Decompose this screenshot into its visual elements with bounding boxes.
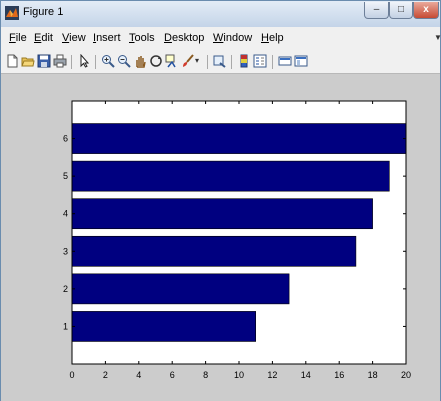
bar-4[interactable]: [71, 198, 373, 230]
toolbar-separator: [95, 55, 96, 69]
x-tick-label: 8: [203, 370, 208, 380]
menu-window[interactable]: Window: [213, 32, 252, 44]
bar-3[interactable]: [71, 235, 357, 267]
colorbar-icon[interactable]: [237, 54, 251, 68]
toolbar-separator: [231, 55, 232, 69]
y-tick-label: 5: [63, 171, 68, 181]
minimize-button[interactable]: –: [364, 2, 389, 19]
data-cursor-icon[interactable]: [165, 54, 179, 68]
x-tick-label: 0: [69, 370, 74, 380]
menu-overflow-arrow-icon[interactable]: ▼: [434, 33, 441, 42]
figure-canvas[interactable]: 123456 0 2 4 6 8 10 12 14 16 18 20: [1, 74, 440, 401]
legend-icon[interactable]: [253, 54, 267, 68]
brush-icon[interactable]: [181, 54, 195, 68]
x-tick-label: 6: [170, 370, 175, 380]
zoom-in-icon[interactable]: [101, 54, 115, 68]
window-title: Figure 1: [23, 6, 64, 18]
brush-dropdown-icon[interactable]: ▾: [195, 54, 203, 68]
x-tick-label: 10: [234, 370, 244, 380]
menu-file[interactable]: File: [9, 32, 27, 44]
zoom-out-icon[interactable]: [117, 54, 131, 68]
figure-toolbar: ▾: [1, 51, 440, 74]
menu-insert[interactable]: Insert: [93, 32, 121, 44]
maximize-button[interactable]: □: [389, 2, 413, 19]
x-tick-label: 14: [301, 370, 311, 380]
bar-6[interactable]: [71, 123, 407, 154]
x-tick-labels: 0 2 4 6 8 10 12 14 16 18 20: [69, 370, 411, 380]
bar-chart[interactable]: 123456 0 2 4 6 8 10 12 14 16 18 20: [1, 74, 440, 401]
menu-desktop[interactable]: Desktop: [164, 32, 204, 44]
new-file-icon[interactable]: [5, 54, 19, 68]
x-tick-label: 18: [368, 370, 378, 380]
y-tick-label: 1: [63, 321, 68, 331]
menu-edit[interactable]: Edit: [34, 32, 53, 44]
matlab-logo-icon: [5, 6, 19, 20]
menu-view[interactable]: View: [62, 32, 86, 44]
save-icon[interactable]: [37, 54, 51, 68]
toolbar-separator: [272, 55, 273, 69]
x-tick-label: 16: [334, 370, 344, 380]
pointer-icon[interactable]: [77, 54, 91, 68]
toolbar-separator: [207, 55, 208, 69]
bar-5[interactable]: [71, 160, 390, 192]
y-tick-label: 4: [63, 209, 68, 219]
y-tick-label: 2: [63, 284, 68, 294]
toolbar-separator: [71, 55, 72, 69]
x-tick-label: 20: [401, 370, 411, 380]
close-button[interactable]: x: [413, 2, 439, 19]
y-tick-label: 3: [63, 246, 68, 256]
show-plot-tools-icon[interactable]: [294, 54, 308, 68]
print-icon[interactable]: [53, 54, 67, 68]
hide-plot-tools-icon[interactable]: [278, 54, 292, 68]
menu-tools[interactable]: Tools: [129, 32, 155, 44]
x-tick-label: 12: [267, 370, 277, 380]
bar-1[interactable]: [71, 311, 256, 342]
figure-window: Figure 1 – □ x File Edit View Insert Too…: [0, 0, 441, 401]
rotate-3d-icon[interactable]: [149, 54, 163, 68]
pan-icon[interactable]: [133, 54, 147, 68]
open-folder-icon[interactable]: [21, 54, 35, 68]
menu-help[interactable]: Help: [261, 32, 284, 44]
bar-2[interactable]: [71, 273, 290, 305]
y-tick-labels: 1 2 3 4 5 6: [63, 134, 68, 332]
menu-bar: File Edit View Insert Tools Desktop Wind…: [1, 27, 441, 51]
x-tick-label: 2: [103, 370, 108, 380]
link-plot-icon[interactable]: [213, 54, 227, 68]
y-tick-label: 6: [63, 134, 68, 144]
x-tick-label: 4: [136, 370, 141, 380]
title-bar[interactable]: Figure 1 – □ x: [1, 1, 440, 27]
